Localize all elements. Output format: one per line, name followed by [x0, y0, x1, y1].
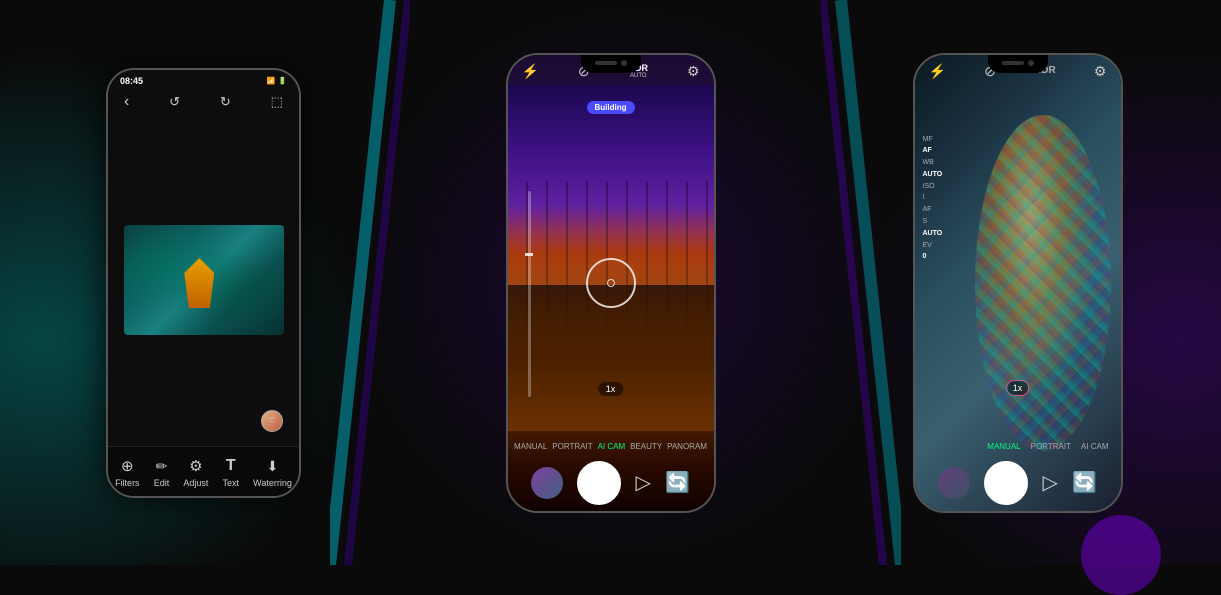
phone1-menu: ⊕ Filters ✏ Edit ⚙ Adjust T [108, 457, 299, 488]
text-icon: T [226, 457, 236, 475]
phone2-cam-dot [621, 60, 627, 66]
phone3-frame: ⚡ ⊘ HDR ⚙ MF AF WB AUTO ISO I AF S AUTO … [913, 53, 1123, 513]
edit-icon: ✏ [156, 458, 168, 475]
phone3-mode-portrait[interactable]: PORTRAIT [1031, 442, 1071, 451]
wifi-icon: 📶 [267, 77, 276, 85]
gallery-thumbnail[interactable] [531, 467, 563, 499]
phone1-frame: 08:45 📶 🔋 ‹ ↺ ↻ ⬚ [106, 68, 301, 498]
phone1-time: 08:45 [120, 76, 143, 86]
redo-icon[interactable]: ↻ [220, 94, 231, 110]
flash-off-icon[interactable]: ⚡ [522, 63, 539, 80]
menu-item-edit[interactable]: ✏ Edit [154, 458, 170, 488]
sidebar-af[interactable]: AF [923, 146, 943, 156]
phone1-panel: 08:45 📶 🔋 ‹ ↺ ↻ ⬚ [0, 0, 407, 565]
sidebar-mf[interactable]: MF [923, 135, 943, 145]
menu-item-adjust[interactable]: ⚙ Adjust [183, 457, 208, 488]
hdr-auto-label: AUTO [630, 73, 647, 79]
adjust-icon: ⚙ [189, 457, 202, 475]
sidebar-iso[interactable]: ISO [923, 182, 943, 192]
phone3-flash-icon[interactable]: ⚡ [929, 63, 946, 80]
phone2-shutter-bar: ▷ 🔄 [508, 461, 714, 505]
phone1-status-bar: 08:45 📶 🔋 [108, 70, 299, 89]
phone3-zoom[interactable]: 1x [1006, 380, 1030, 396]
phone3-panel: ⚡ ⊘ HDR ⚙ MF AF WB AUTO ISO I AF S AUTO … [814, 0, 1221, 565]
battery-icon: 🔋 [278, 77, 287, 85]
phones-container: 08:45 📶 🔋 ‹ ↺ ↻ ⬚ [0, 0, 1221, 565]
phone3-shutter-button[interactable] [984, 461, 1028, 505]
flip-camera-icon[interactable]: 🔄 [665, 470, 690, 495]
shutter-button[interactable] [577, 461, 621, 505]
phone3-video-icon[interactable]: ▷ [1043, 470, 1058, 495]
phone3-shutter-bar: ▷ 🔄 [915, 461, 1121, 505]
focus-ring [586, 258, 636, 308]
phone1-status-icons: 📶 🔋 [267, 77, 287, 85]
phone3-mode-ai-cam[interactable]: AI CAM [1081, 442, 1109, 451]
phone3-subject [975, 115, 1111, 451]
save-icon[interactable]: ⬚ [271, 94, 283, 110]
mode-panorama[interactable]: PANORAM [667, 442, 707, 451]
phone2-speaker [595, 61, 617, 65]
phone2-notch-cam [595, 60, 627, 66]
sidebar-iso-val[interactable]: I [923, 193, 943, 203]
phone3-notch-cam [1002, 60, 1034, 66]
filters-label: Filters [115, 478, 140, 488]
sidebar-ev[interactable]: EV [923, 241, 943, 251]
avatar-icon: ♡ [268, 416, 275, 425]
phone2-frame: ⚡ ⊘ HDR AUTO ⚙ Building 1x MANUAL PORTRA… [506, 53, 716, 513]
phone1-inner: 08:45 📶 🔋 ‹ ↺ ↻ ⬚ [108, 70, 299, 496]
phone3-gallery-thumb[interactable] [938, 467, 970, 499]
sidebar-s[interactable]: S [923, 217, 943, 227]
waterring-icon: ⬇ [267, 458, 279, 475]
phone2-mode-bar: MANUAL PORTRAIT AI CAM BEAUTY PANORAM [508, 442, 714, 451]
phone3-mode-bar: MANUAL PORTRAIT AI CAM [915, 442, 1121, 451]
back-icon[interactable]: ‹ [124, 93, 129, 111]
menu-item-waterring[interactable]: ⬇ Waterring [253, 458, 292, 488]
phone2-panel: ⚡ ⊘ HDR AUTO ⚙ Building 1x MANUAL PORTRA… [407, 0, 814, 565]
phone3-settings-icon[interactable]: ⚙ [1094, 63, 1107, 80]
menu-item-filters[interactable]: ⊕ Filters [115, 457, 140, 488]
phone1-photo [124, 225, 284, 335]
phone3-notch [988, 55, 1048, 73]
menu-item-text[interactable]: T Text [223, 457, 240, 488]
sidebar-af2[interactable]: AF [923, 205, 943, 215]
waterring-label: Waterring [253, 478, 292, 488]
mosaic-pattern [975, 115, 1111, 451]
phone3-flip-icon[interactable]: 🔄 [1072, 470, 1097, 495]
phone1-avatar: ♡ [261, 410, 283, 432]
settings-icon[interactable]: ⚙ [687, 63, 700, 80]
text-label: Text [223, 478, 240, 488]
phone1-bottom-panel: ⊕ Filters ✏ Edit ⚙ Adjust T [108, 446, 299, 496]
phone3-mode-manual[interactable]: MANUAL [987, 442, 1020, 451]
sidebar-auto-s[interactable]: AUTO [923, 229, 943, 239]
phone1-toolbar: ‹ ↺ ↻ ⬚ [108, 89, 299, 115]
phone3-cam-dot [1028, 60, 1034, 66]
phone1-image-area: ♡ [108, 115, 299, 446]
edit-label: Edit [154, 478, 170, 488]
mode-ai-cam[interactable]: AI CAM [598, 442, 626, 451]
mode-manual[interactable]: MANUAL [514, 442, 547, 451]
phone2-notch [581, 55, 641, 73]
manual-sidebar: MF AF WB AUTO ISO I AF S AUTO EV 0 [923, 135, 943, 263]
building-tag: Building [587, 101, 635, 114]
undo-icon[interactable]: ↺ [169, 94, 180, 110]
video-mode-icon[interactable]: ▷ [636, 470, 651, 495]
exposure-bar[interactable] [528, 191, 531, 396]
filters-icon: ⊕ [121, 457, 134, 475]
sidebar-wb[interactable]: WB [923, 158, 943, 168]
zoom-indicator[interactable]: 1x [598, 382, 624, 396]
mode-portrait[interactable]: PORTRAIT [552, 442, 592, 451]
adjust-label: Adjust [183, 478, 208, 488]
mode-beauty[interactable]: BEAUTY [630, 442, 662, 451]
sidebar-ev-val[interactable]: 0 [923, 252, 943, 262]
sidebar-auto-wb[interactable]: AUTO [923, 170, 943, 180]
phone3-speaker [1002, 61, 1024, 65]
